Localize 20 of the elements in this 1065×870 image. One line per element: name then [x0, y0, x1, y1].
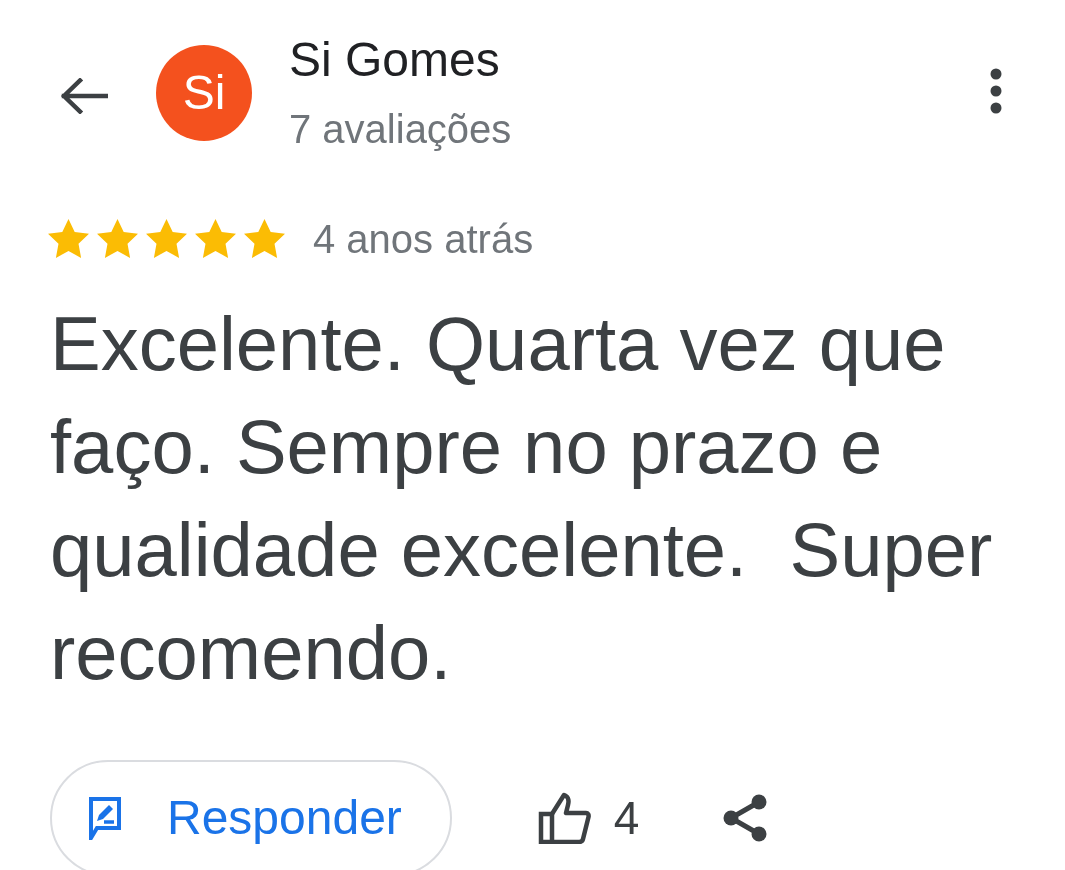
star-icon	[146, 219, 187, 259]
review-text: Excelente. Quarta vez que faço. Sempre no prazo e qualidade excelente. Super recomendo.	[50, 299, 994, 697]
more-options-button[interactable]	[990, 68, 1002, 114]
back-button[interactable]	[60, 78, 108, 114]
star-icon	[195, 219, 236, 259]
author-name: Si Gomes	[289, 32, 501, 88]
thumbs-up-icon	[537, 791, 592, 844]
star-icon	[244, 219, 285, 259]
reply-comment-icon	[88, 795, 122, 840]
review-time: 4 anos atrás	[313, 215, 534, 263]
avatar: Si	[156, 45, 252, 141]
reply-button[interactable]: Responder	[50, 759, 452, 870]
share-icon	[723, 793, 768, 842]
share-button[interactable]	[723, 793, 768, 842]
star-icon	[48, 219, 89, 259]
back-arrow-icon	[60, 78, 108, 114]
star-icon	[97, 219, 138, 259]
review-count: 7 avaliações	[289, 105, 512, 153]
like-button[interactable]: 4	[537, 791, 640, 844]
more-options-icon	[990, 68, 1002, 114]
